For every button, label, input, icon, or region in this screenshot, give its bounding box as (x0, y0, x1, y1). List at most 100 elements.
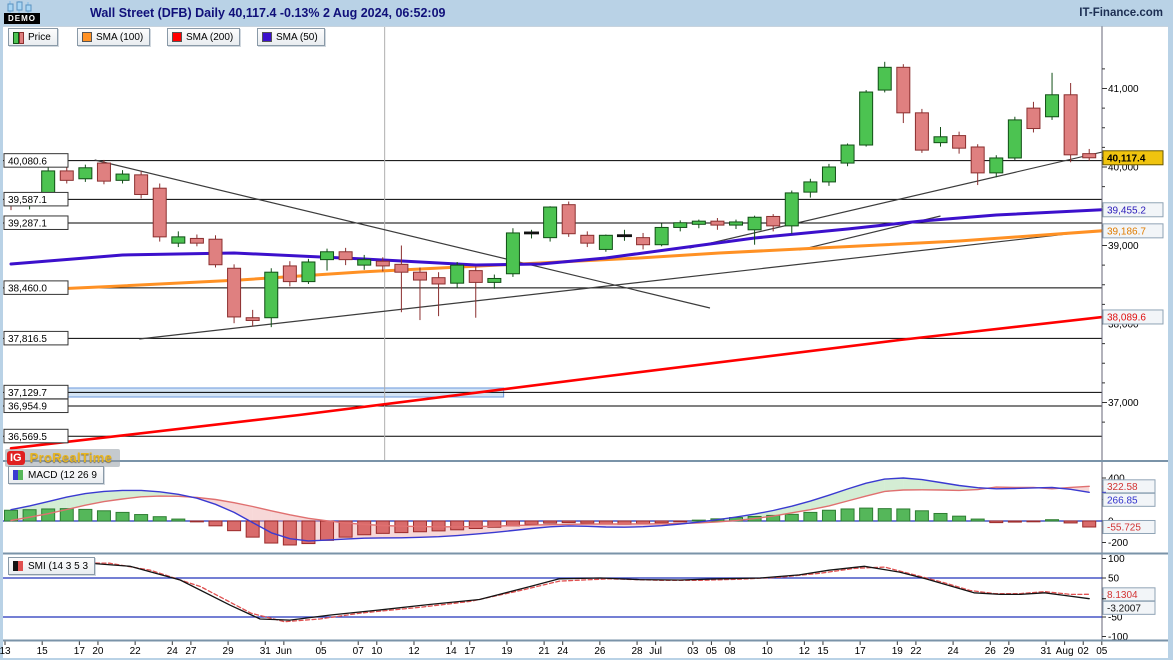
legend-chip-sma200[interactable]: SMA (200) (167, 28, 240, 46)
candle-up[interactable] (878, 67, 891, 90)
macd-histogram-bar[interactable] (190, 521, 203, 522)
macd-histogram-bar[interactable] (841, 509, 854, 521)
candle-up[interactable] (321, 252, 334, 260)
macd-histogram-bar[interactable] (785, 514, 798, 521)
macd-histogram-bar[interactable] (1064, 521, 1077, 523)
candle-up[interactable] (79, 168, 92, 179)
candle-down[interactable] (395, 264, 408, 272)
candle-down[interactable] (413, 272, 426, 280)
candle-down[interactable] (953, 136, 966, 149)
macd-histogram-bar[interactable] (451, 521, 464, 530)
candle-down[interactable] (339, 252, 352, 260)
candle-down[interactable] (1083, 154, 1096, 158)
candle-up[interactable] (822, 167, 835, 182)
macd-histogram-bar[interactable] (376, 521, 389, 533)
candle-down[interactable] (432, 278, 445, 284)
macd-histogram-bar[interactable] (822, 510, 835, 521)
candle-down[interactable] (897, 67, 910, 113)
time-axis[interactable]: 131517202224272931Jun0507101214171921242… (0, 641, 1168, 658)
candle-down[interactable] (246, 318, 259, 321)
macd-histogram-bar[interactable] (116, 512, 129, 521)
macd-histogram-bar[interactable] (581, 521, 594, 523)
chart-canvas[interactable]: 40,080.639,587.139,287.138,460.037,816.5… (0, 0, 1173, 660)
macd-histogram-bar[interactable] (1046, 520, 1059, 521)
macd-histogram-bar[interactable] (953, 516, 966, 521)
macd-indicator-chip[interactable]: MACD (12 26 9 (8, 466, 104, 484)
doji-candle[interactable] (524, 232, 539, 235)
candle-down[interactable] (228, 268, 241, 317)
candle-up[interactable] (1008, 120, 1021, 158)
macd-histogram-bar[interactable] (525, 521, 538, 524)
candle-down[interactable] (283, 266, 296, 282)
candle-up[interactable] (172, 237, 185, 243)
macd-histogram-bar[interactable] (562, 521, 575, 523)
macd-histogram-bar[interactable] (990, 521, 1003, 523)
candle-down[interactable] (60, 171, 73, 180)
candle-up[interactable] (655, 227, 668, 244)
candle-up[interactable] (934, 137, 947, 143)
macd-histogram-bar[interactable] (934, 513, 947, 521)
macd-histogram-bar[interactable] (915, 511, 928, 521)
candle-up[interactable] (692, 221, 705, 224)
macd-histogram-bar[interactable] (228, 521, 241, 531)
macd-histogram-bar[interactable] (897, 509, 910, 521)
macd-histogram-bar[interactable] (971, 519, 984, 521)
doji-candle[interactable] (617, 234, 632, 237)
candle-up[interactable] (730, 222, 743, 225)
macd-histogram-bar[interactable] (674, 521, 687, 522)
candle-down[interactable] (209, 239, 222, 265)
candle-down[interactable] (581, 235, 594, 243)
macd-histogram-bar[interactable] (1008, 521, 1021, 522)
candle-up[interactable] (599, 235, 612, 249)
macd-histogram-bar[interactable] (432, 521, 445, 531)
candle-down[interactable] (190, 238, 203, 243)
candle-down[interactable] (562, 205, 575, 234)
candle-down[interactable] (153, 188, 166, 237)
candle-down[interactable] (469, 271, 482, 283)
macd-histogram-bar[interactable] (246, 521, 259, 537)
candle-up[interactable] (358, 260, 371, 265)
candle-up[interactable] (990, 158, 1003, 173)
macd-histogram-bar[interactable] (860, 508, 873, 521)
macd-histogram-bar[interactable] (23, 510, 36, 521)
legend-chip-price[interactable]: Price (8, 28, 58, 46)
macd-histogram-bar[interactable] (804, 512, 817, 521)
legend-chip-sma50[interactable]: SMA (50) (257, 28, 325, 46)
macd-histogram-bar[interactable] (153, 517, 166, 521)
macd-histogram-bar[interactable] (358, 521, 371, 535)
macd-histogram-bar[interactable] (135, 515, 148, 521)
macd-histogram-bar[interactable] (878, 509, 891, 521)
macd-histogram-bar[interactable] (1083, 521, 1096, 527)
candle-down[interactable] (135, 175, 148, 195)
candle-down[interactable] (767, 216, 780, 225)
candle-down[interactable] (971, 147, 984, 173)
candle-up[interactable] (804, 182, 817, 192)
candle-up[interactable] (748, 217, 761, 230)
macd-histogram-bar[interactable] (209, 521, 222, 526)
macd-histogram-bar[interactable] (1027, 521, 1040, 522)
candle-up[interactable] (1046, 95, 1059, 117)
macd-histogram-bar[interactable] (544, 521, 557, 523)
macd-histogram-bar[interactable] (79, 509, 92, 521)
candle-up[interactable] (116, 174, 129, 180)
candle-up[interactable] (544, 207, 557, 238)
candle-up[interactable] (488, 278, 501, 282)
it-finance-link[interactable]: IT-Finance.com (1079, 0, 1163, 26)
macd-histogram-bar[interactable] (469, 521, 482, 529)
macd-histogram-bar[interactable] (321, 521, 334, 540)
candle-down[interactable] (637, 238, 650, 245)
candle-up[interactable] (785, 193, 798, 226)
candle-up[interactable] (674, 223, 687, 228)
candle-up[interactable] (860, 92, 873, 145)
candle-up[interactable] (451, 265, 464, 283)
candle-up[interactable] (841, 145, 854, 163)
macd-histogram-bar[interactable] (655, 521, 668, 523)
candle-down[interactable] (97, 163, 110, 181)
macd-histogram-bar[interactable] (97, 511, 110, 521)
candle-down[interactable] (915, 113, 928, 150)
candle-down[interactable] (1027, 108, 1040, 128)
candle-up[interactable] (265, 272, 278, 318)
macd-histogram-bar[interactable] (283, 521, 296, 545)
candle-up[interactable] (302, 262, 315, 282)
macd-histogram-bar[interactable] (172, 519, 185, 521)
